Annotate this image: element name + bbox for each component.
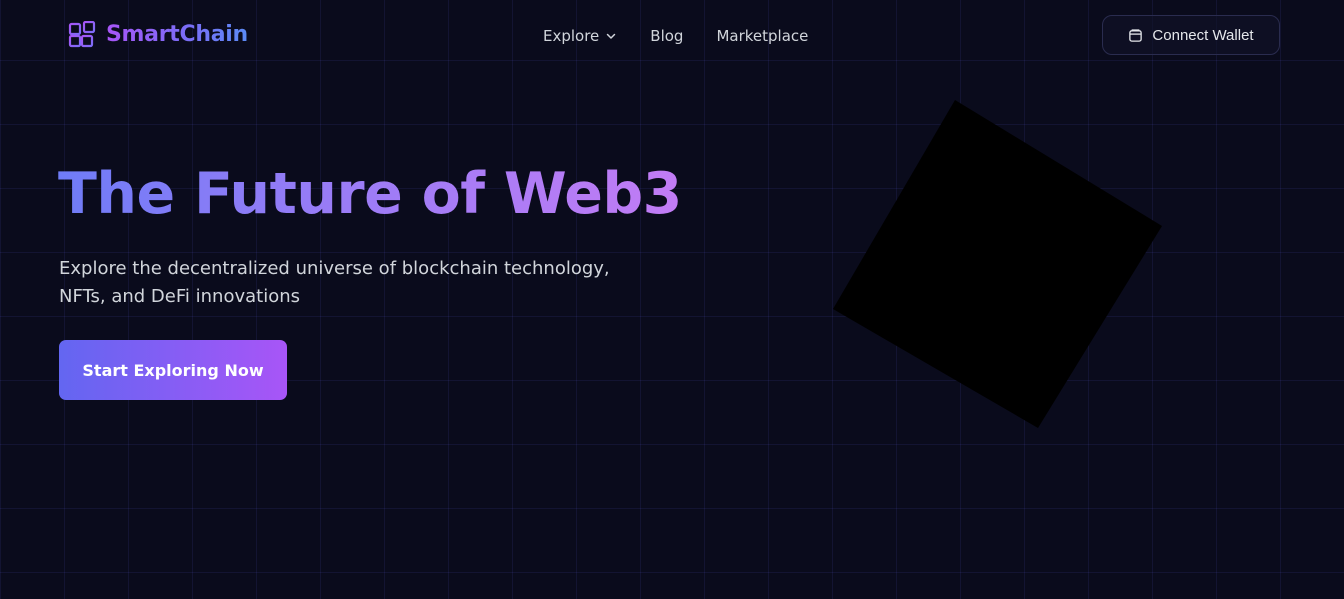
- main-nav: Explore Blog Marketplace: [543, 26, 808, 46]
- nav-explore-label: Explore: [543, 27, 600, 45]
- blocks-icon: [68, 21, 96, 48]
- chevron-down-icon: [607, 33, 616, 39]
- navbar: SmartChain Explore Blog Marketplace Conn…: [0, 0, 1344, 74]
- nav-marketplace[interactable]: Marketplace: [716, 26, 808, 46]
- connect-wallet-button[interactable]: Connect Wallet: [1102, 15, 1280, 55]
- start-exploring-label: Start Exploring Now: [82, 360, 264, 380]
- brand-name: SmartChain: [106, 22, 248, 47]
- nav-blog-label: Blog: [650, 27, 684, 45]
- nav-marketplace-label: Marketplace: [716, 27, 809, 45]
- wallet-icon: [1129, 28, 1143, 42]
- hero-title: The Future of Web3: [58, 158, 682, 230]
- nav-explore[interactable]: Explore: [543, 26, 617, 46]
- connect-wallet-label: Connect Wallet: [1152, 26, 1254, 44]
- cube-face: [833, 100, 1162, 428]
- brand-logo[interactable]: SmartChain: [68, 21, 248, 49]
- start-exploring-button[interactable]: Start Exploring Now: [59, 340, 287, 400]
- nav-blog[interactable]: Blog: [650, 26, 683, 46]
- hero-subtitle: Explore the decentralized universe of bl…: [59, 258, 610, 307]
